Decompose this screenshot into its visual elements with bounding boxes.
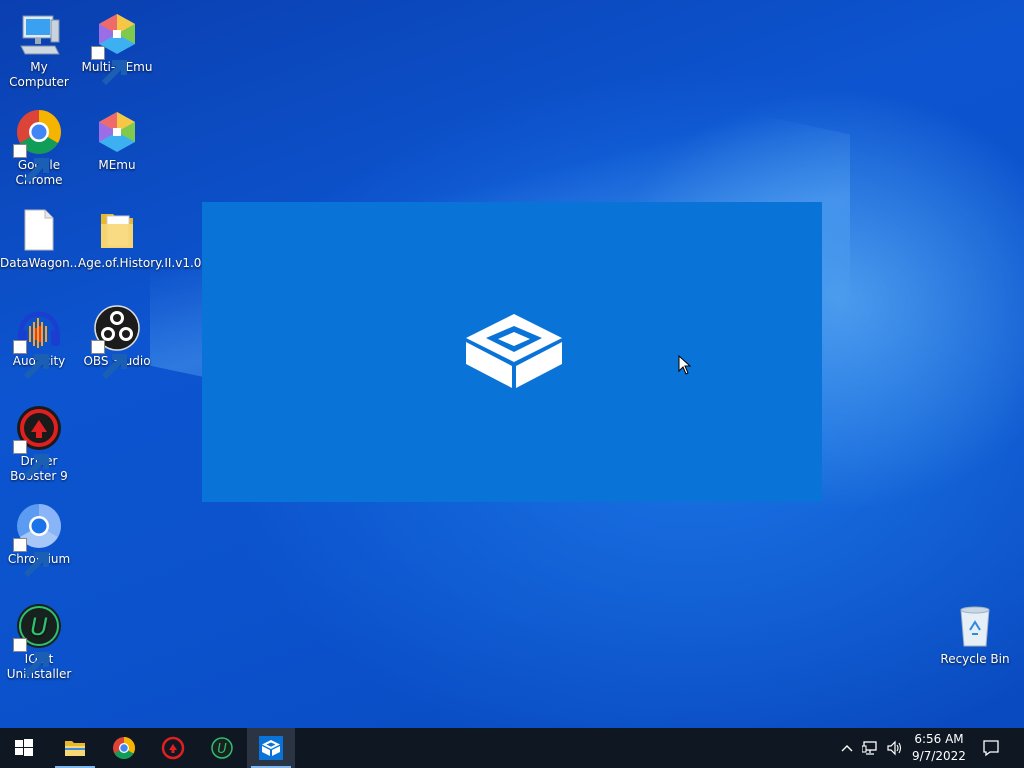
chromium-icon xyxy=(13,502,63,578)
network-icon[interactable] xyxy=(862,740,880,756)
taskbar-chrome[interactable] xyxy=(100,728,148,768)
iobit-uninstaller-icon: U xyxy=(13,602,63,678)
shortcut-arrow-icon xyxy=(13,340,49,380)
taskbar: U xyxy=(0,728,1024,768)
desktop-icon-multi-memu[interactable]: Multi-MEmu xyxy=(78,4,156,86)
taskbar-file-explorer[interactable] xyxy=(51,728,99,768)
start-button[interactable] xyxy=(0,728,48,768)
desktop-icon-memu[interactable]: MEmu xyxy=(78,102,156,173)
sandbox-box-icon xyxy=(259,736,283,760)
audacity-icon xyxy=(13,304,63,380)
desktop-icon-label: Recycle Bin xyxy=(940,652,1010,666)
desktop-icon-datawagon[interactable]: DataWagon... xyxy=(0,200,82,271)
iobit-uninstaller-icon: U xyxy=(211,737,233,759)
windows-start-icon xyxy=(15,739,33,756)
shortcut-arrow-icon xyxy=(13,144,49,184)
desktop-icon-audacity[interactable]: Audacity xyxy=(0,298,78,380)
desktop-icon-obs-studio[interactable]: OBS Studio xyxy=(78,298,156,380)
chrome-icon xyxy=(13,108,63,184)
shortcut-arrow-icon xyxy=(13,638,49,678)
chrome-icon xyxy=(113,737,135,759)
desktop-icon-my-computer[interactable]: My Computer xyxy=(0,4,78,90)
desktop-icon-google-chrome[interactable]: Google Chrome xyxy=(0,102,78,188)
driver-booster-icon xyxy=(161,736,185,760)
sandbox-box-icon xyxy=(466,314,562,388)
shortcut-arrow-icon xyxy=(91,340,127,380)
desktop-icon-label: MEmu xyxy=(98,158,136,172)
sandbox-splash-window[interactable] xyxy=(202,202,822,502)
svg-text:U: U xyxy=(30,613,48,641)
action-center-notification-icon[interactable] xyxy=(982,739,1000,757)
obs-icon xyxy=(91,304,141,380)
taskbar-clock[interactable]: 6:56 AM 9/7/2022 xyxy=(906,731,972,765)
shortcut-arrow-icon xyxy=(13,440,49,480)
taskbar-iobit-uninstaller[interactable]: U xyxy=(198,728,246,768)
desktop-icon-label: My Computer xyxy=(9,60,69,89)
multi-memu-icon xyxy=(91,10,141,86)
shortcut-arrow-icon xyxy=(13,538,49,578)
clock-date: 9/7/2022 xyxy=(912,749,966,763)
taskbar-sandbox[interactable] xyxy=(247,728,295,768)
driver-booster-icon xyxy=(13,404,63,480)
desktop-icon-iobit-uninstaller[interactable]: U IObit Uninstaller xyxy=(0,596,78,682)
desktop-icon-label: DataWagon... xyxy=(0,256,82,270)
taskbar-driver-booster[interactable] xyxy=(149,728,197,768)
desktop-icon-driver-booster[interactable]: Driver Booster 9 xyxy=(0,398,78,484)
volume-icon[interactable] xyxy=(886,740,904,756)
mouse-cursor-icon xyxy=(678,355,692,375)
memu-icon xyxy=(93,108,141,156)
show-hidden-icons-chevron-up-icon[interactable] xyxy=(840,742,854,754)
computer-icon xyxy=(15,10,63,58)
shortcut-arrow-icon xyxy=(91,46,127,86)
folder-icon xyxy=(65,741,85,756)
recycle-bin-icon xyxy=(951,602,999,650)
desktop-icon-recycle-bin[interactable]: Recycle Bin xyxy=(936,596,1014,667)
svg-text:U: U xyxy=(217,742,227,757)
folder-icon xyxy=(93,206,141,254)
desktop-icon-label: Age.of.History.II.v1.01415 xyxy=(78,256,232,270)
desktop-icon-age-of-history[interactable]: Age.of.History.II.v1.01415 xyxy=(78,200,232,271)
desktop-icon-chromium[interactable]: Chromium xyxy=(0,496,78,578)
file-icon xyxy=(15,206,63,254)
clock-time: 6:56 AM xyxy=(914,732,964,746)
